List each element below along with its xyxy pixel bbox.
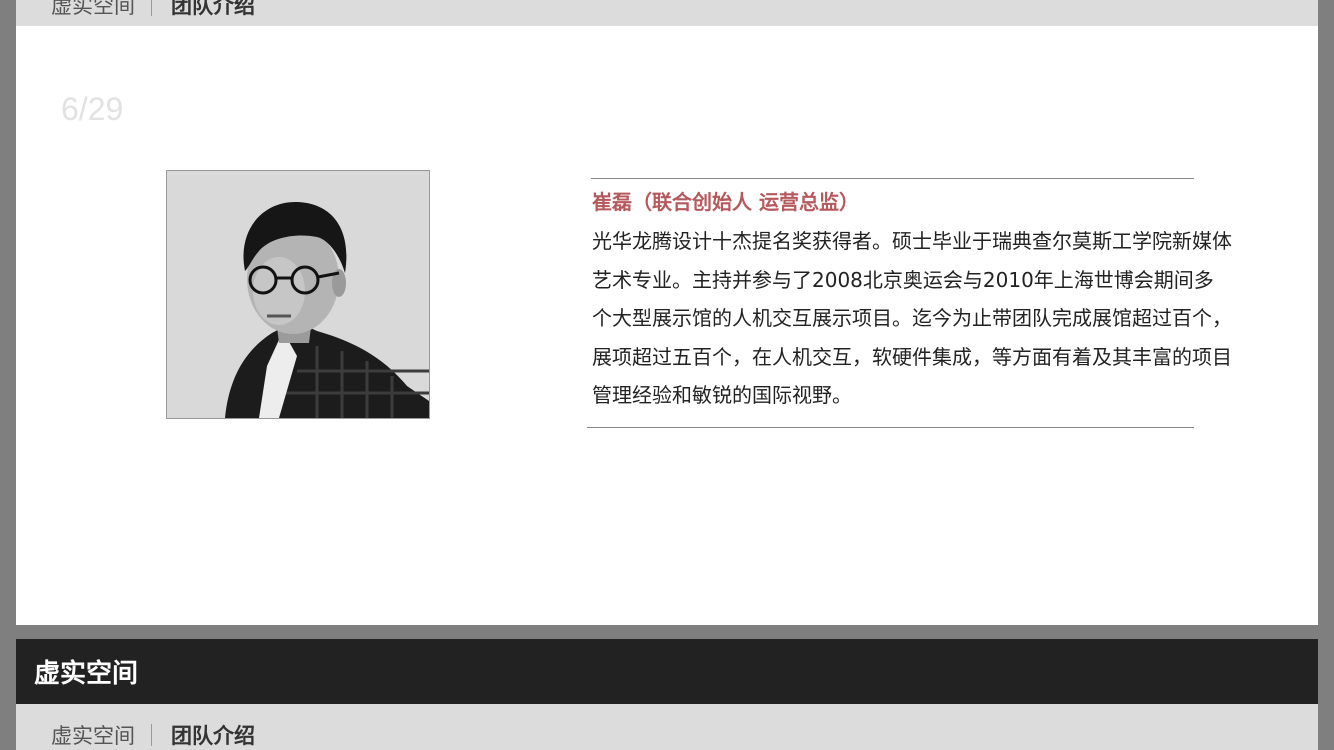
person-name-title: 崔磊（联合创始人 运营总监） (592, 190, 859, 214)
top-breadcrumb-bar: 虚实空间 团队介绍 (16, 0, 1318, 26)
slide-card: 6/29 崔磊（联合创始人 运营总监） 光华龙腾设计十杰提名奖获得者。硕士毕业于… (16, 26, 1318, 625)
section-title: 虚实空间 (34, 659, 139, 689)
portrait-photo-icon (167, 171, 429, 418)
bio-top-divider (591, 178, 1194, 179)
breadcrumb-current[interactable]: 团队介绍 (171, 0, 255, 20)
breadcrumb-home-link[interactable]: 虚实空间 (51, 720, 135, 750)
bottom-breadcrumb: 虚实空间 团队介绍 (51, 720, 255, 750)
section-header: 虚实空间 (16, 639, 1318, 704)
breadcrumb-separator (151, 0, 152, 16)
breadcrumb-home-link[interactable]: 虚实空间 (51, 0, 135, 20)
breadcrumb-current[interactable]: 团队介绍 (171, 720, 255, 750)
breadcrumb-separator (151, 724, 152, 746)
bio-bottom-divider (587, 427, 1194, 428)
person-bio: 光华龙腾设计十杰提名奖获得者。硕士毕业于瑞典查尔莫斯工学院新媒体艺术专业。主持并… (592, 229, 1232, 407)
bottom-breadcrumb-bar: 虚实空间 团队介绍 (16, 704, 1318, 750)
page-indicator: 6/29 (61, 91, 124, 127)
top-breadcrumb: 虚实空间 团队介绍 (51, 0, 255, 20)
portrait-photo (166, 170, 430, 419)
